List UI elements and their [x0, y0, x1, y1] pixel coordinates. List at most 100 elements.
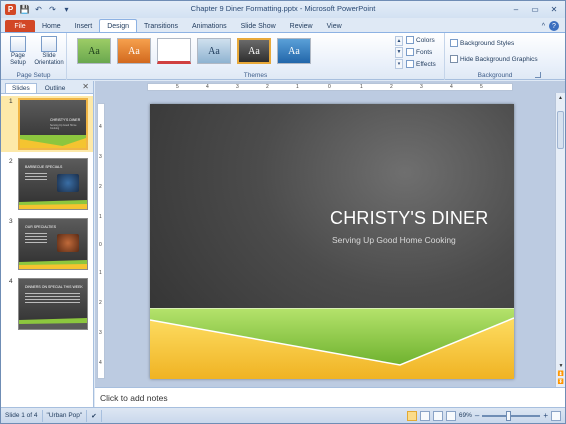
theme-fonts-button[interactable]: Fonts: [406, 48, 432, 56]
zoom-in-icon[interactable]: +: [543, 411, 548, 420]
slide-thumbnail-2[interactable]: 2 BARBECUE SPECIALS: [1, 156, 93, 212]
notes-placeholder[interactable]: Click to add notes: [100, 393, 168, 403]
fonts-label: Fonts: [416, 48, 433, 56]
tab-view[interactable]: View: [320, 19, 349, 33]
theme-effects-button[interactable]: Effects: [406, 60, 436, 68]
undo-icon[interactable]: ↶: [33, 4, 44, 15]
theme-thumb-1[interactable]: Aa: [77, 38, 111, 64]
tab-animations[interactable]: Animations: [185, 19, 234, 33]
page-setup-group-label: Page Setup: [16, 72, 51, 79]
scrollbar-bottom-controls: ▼ ⏫ ⏬: [556, 363, 565, 385]
zoom-level[interactable]: 69%: [459, 412, 472, 419]
thumb-band-graphic: [20, 135, 86, 148]
tab-review[interactable]: Review: [283, 19, 320, 33]
fit-to-window-icon[interactable]: [551, 410, 561, 421]
tab-insert[interactable]: Insert: [68, 19, 100, 33]
thumb-title: OUR SPECIALTIES: [25, 225, 57, 229]
scroll-down-icon[interactable]: ▼: [559, 363, 564, 369]
ruler-tick: 1: [360, 84, 363, 90]
theme-thumb-4[interactable]: Aa: [197, 38, 231, 64]
slide-number: 4: [9, 278, 13, 285]
tab-design[interactable]: Design: [99, 19, 137, 33]
ruler-tick: 2: [99, 184, 102, 190]
scrollbar-thumb[interactable]: [557, 111, 564, 149]
tab-home[interactable]: Home: [35, 19, 68, 33]
customize-qat-icon[interactable]: ▾: [61, 4, 72, 15]
hide-background-graphics-checkbox[interactable]: Hide Background Graphics: [450, 55, 538, 63]
minimize-button[interactable]: –: [507, 3, 525, 15]
slide-number: 2: [9, 158, 13, 165]
help-icon[interactable]: ?: [549, 21, 559, 31]
slide-orientation-button[interactable]: Slide Orientation: [33, 36, 65, 67]
ruler-tick: 3: [99, 154, 102, 160]
horizontal-ruler: 5 4 3 2 1 0 1 2 3 4 5: [147, 83, 513, 91]
slide-band-graphic: [150, 308, 514, 379]
ruler-tick: 4: [99, 124, 102, 130]
scroll-up-icon[interactable]: ▲: [556, 93, 565, 103]
reading-view-icon[interactable]: [432, 410, 443, 421]
notes-pane[interactable]: Click to add notes: [95, 387, 565, 407]
vertical-scrollbar[interactable]: ▲ ▼ ⏫ ⏬: [555, 93, 565, 387]
slide-canvas[interactable]: CHRISTY'S DINER Serving Up Good Home Coo…: [150, 104, 514, 379]
background-styles-button[interactable]: Background Styles: [450, 39, 514, 47]
zoom-slider-knob[interactable]: [506, 410, 512, 421]
slide-sorter-view-icon[interactable]: [419, 410, 430, 421]
slide-show-view-icon[interactable]: [445, 410, 456, 421]
themes-scroll-down-icon[interactable]: ▼: [395, 47, 403, 58]
colors-label: Colors: [416, 36, 435, 44]
normal-view-icon[interactable]: [406, 410, 417, 421]
theme-thumb-3[interactable]: [157, 38, 191, 64]
powerpoint-app-icon[interactable]: P: [5, 4, 16, 15]
themes-group-label: Themes: [243, 72, 268, 79]
background-group-label: Background: [477, 72, 513, 79]
ruler-tick: 2: [266, 84, 269, 90]
spellcheck-icon[interactable]: ✔: [87, 409, 102, 422]
slide-thumbnail-4[interactable]: 4 DINNERS ON SPECIAL THIS WEEK: [1, 276, 93, 332]
powerpoint-window: P 💾 ↶ ↷ ▾ Chapter 9 Diner Formatting.ppt…: [0, 0, 566, 424]
slide-count: Slide 1 of 4: [1, 409, 43, 422]
ribbon-design: Page Setup Slide Orientation Page Setup …: [1, 32, 565, 80]
ruler-tick: 2: [390, 84, 393, 90]
page-setup-button[interactable]: Page Setup: [5, 36, 31, 67]
zoom-out-icon[interactable]: –: [475, 411, 479, 420]
themes-more-icon[interactable]: ▾: [395, 58, 403, 69]
maximize-button[interactable]: ▭: [526, 3, 544, 15]
page-setup-icon: [10, 36, 26, 52]
next-slide-icon[interactable]: ⏬: [558, 379, 564, 385]
save-icon[interactable]: 💾: [19, 4, 30, 15]
tab-outline[interactable]: Outline: [39, 84, 72, 93]
ruler-tick: 1: [99, 270, 102, 276]
slide-subtitle[interactable]: Serving Up Good Home Cooking: [332, 235, 456, 245]
thumb-picture: [57, 174, 79, 192]
slide-editing-area: 5 4 3 2 1 0 1 2 3 4 5 4 3 2 1 0 1 2 3 4 …: [95, 81, 565, 387]
title-bar: P 💾 ↶ ↷ ▾ Chapter 9 Diner Formatting.ppt…: [1, 1, 565, 18]
theme-thumb-6[interactable]: Aa: [277, 38, 311, 64]
background-dialog-launcher-icon[interactable]: [535, 72, 541, 78]
previous-slide-icon[interactable]: ⏫: [558, 371, 564, 377]
theme-thumb-urban-pop[interactable]: Aa: [237, 38, 271, 64]
theme-thumb-2[interactable]: Aa: [117, 38, 151, 64]
redo-icon[interactable]: ↷: [47, 4, 58, 15]
tab-transitions[interactable]: Transitions: [137, 19, 185, 33]
close-panel-icon[interactable]: ✕: [82, 82, 89, 91]
close-button[interactable]: ✕: [545, 3, 563, 15]
theme-colors-button[interactable]: Colors: [406, 36, 435, 44]
thumb-bullets: [25, 293, 80, 305]
slide-orientation-label: Slide Orientation: [34, 53, 64, 66]
minimize-ribbon-icon[interactable]: ^: [542, 23, 545, 30]
tab-slide-show[interactable]: Slide Show: [234, 19, 283, 33]
slide-title[interactable]: CHRISTY'S DINER: [330, 208, 488, 229]
slide-thumbnail-3[interactable]: 3 OUR SPECIALTIES: [1, 216, 93, 272]
window-title: Chapter 9 Diner Formatting.pptx - Micros…: [190, 4, 376, 13]
tab-slides[interactable]: Slides: [5, 83, 37, 93]
thumb-subtitle: Serving Up Good Home Cooking: [50, 124, 77, 130]
thumb-band-graphic: [19, 318, 87, 329]
zoom-slider[interactable]: [482, 410, 541, 421]
slide-thumbnail-1[interactable]: 1 CHRISTY'S DINER Serving Up Good Home C…: [1, 96, 93, 152]
themes-scroll-up-icon[interactable]: ▲: [395, 36, 403, 47]
slides-panel-tabs: Slides Outline ✕: [1, 81, 93, 93]
slide-preview: DINNERS ON SPECIAL THIS WEEK: [18, 278, 88, 330]
ribbon-tabs: File Home Insert Design Transitions Anim…: [1, 18, 565, 33]
quick-access-toolbar: P 💾 ↶ ↷ ▾: [1, 4, 72, 15]
hide-background-checkbox-box[interactable]: [450, 55, 458, 63]
